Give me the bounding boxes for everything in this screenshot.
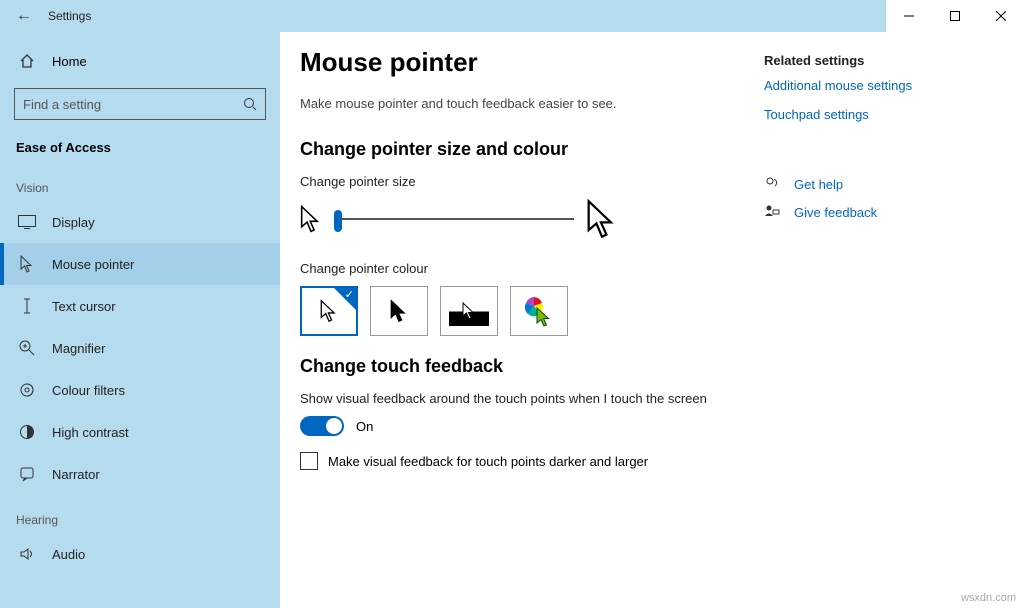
sidebar-item-home[interactable]: Home xyxy=(0,42,280,80)
window-title: Settings xyxy=(48,9,91,23)
high-contrast-icon xyxy=(16,421,38,443)
minimize-button[interactable] xyxy=(886,0,932,32)
narrator-icon xyxy=(16,463,38,485)
colour-filters-icon xyxy=(16,379,38,401)
sidebar-item-mouse-pointer[interactable]: Mouse pointer xyxy=(0,243,280,285)
link-additional-mouse-settings[interactable]: Additional mouse settings xyxy=(764,78,984,93)
sidebar-item-label: Audio xyxy=(52,547,85,562)
search-input[interactable] xyxy=(14,88,266,120)
link-get-help[interactable]: Get help xyxy=(764,176,984,192)
sidebar: Home Ease of Access Vision Display Mouse… xyxy=(0,32,280,608)
large-cursor-icon xyxy=(586,199,618,239)
sidebar-item-label: Narrator xyxy=(52,467,100,482)
colour-label: Change pointer colour xyxy=(300,261,764,276)
colour-option-black[interactable] xyxy=(370,286,428,336)
related-settings-head: Related settings xyxy=(764,53,984,68)
sidebar-item-high-contrast[interactable]: High contrast xyxy=(0,411,280,453)
size-label: Change pointer size xyxy=(300,174,764,189)
audio-icon xyxy=(16,543,38,565)
related-panel: Related settings Additional mouse settin… xyxy=(764,47,984,608)
colour-option-custom[interactable] xyxy=(510,286,568,336)
darker-larger-checkbox[interactable] xyxy=(300,452,318,470)
colour-options: ✓ xyxy=(300,286,764,336)
sidebar-item-text-cursor[interactable]: Text cursor xyxy=(0,285,280,327)
link-give-feedback[interactable]: Give feedback xyxy=(764,204,984,220)
slider-thumb[interactable] xyxy=(334,210,342,232)
sidebar-item-label: Colour filters xyxy=(52,383,125,398)
sidebar-item-label: Mouse pointer xyxy=(52,257,134,272)
pointer-size-slider[interactable] xyxy=(300,199,764,239)
search-field[interactable] xyxy=(23,97,243,112)
window-controls xyxy=(886,0,1024,32)
close-button[interactable] xyxy=(978,0,1024,32)
sidebar-item-label: Magnifier xyxy=(52,341,105,356)
back-button[interactable]: ← xyxy=(0,7,48,25)
sidebar-item-label: Home xyxy=(52,54,87,69)
sidebar-category: Ease of Access xyxy=(0,128,280,163)
colour-option-inverted[interactable] xyxy=(440,286,498,336)
sidebar-item-display[interactable]: Display xyxy=(0,201,280,243)
maximize-button[interactable] xyxy=(932,0,978,32)
slider-track[interactable] xyxy=(334,218,574,220)
section-touch-feedback: Change touch feedback xyxy=(300,356,764,377)
content-area: Mouse pointer Make mouse pointer and tou… xyxy=(280,32,1024,608)
checkbox-label: Make visual feedback for touch points da… xyxy=(328,454,648,469)
page-title: Mouse pointer xyxy=(300,47,764,78)
text-cursor-icon xyxy=(16,295,38,317)
group-label-vision: Vision xyxy=(0,163,280,201)
sidebar-item-label: Text cursor xyxy=(52,299,116,314)
small-cursor-icon xyxy=(300,205,322,233)
page-description: Make mouse pointer and touch feedback ea… xyxy=(300,96,764,111)
search-icon xyxy=(243,97,257,111)
home-icon xyxy=(16,50,38,72)
link-touchpad-settings[interactable]: Touchpad settings xyxy=(764,107,984,122)
sidebar-item-colour-filters[interactable]: Colour filters xyxy=(0,369,280,411)
watermark: wsxdn.com xyxy=(961,592,1016,604)
toggle-state-label: On xyxy=(356,419,373,434)
sidebar-item-magnifier[interactable]: Magnifier xyxy=(0,327,280,369)
cursor-icon xyxy=(16,253,38,275)
help-icon xyxy=(764,176,782,192)
feedback-icon xyxy=(764,204,782,220)
group-label-hearing: Hearing xyxy=(0,495,280,533)
sidebar-item-audio[interactable]: Audio xyxy=(0,533,280,575)
magnifier-icon xyxy=(16,337,38,359)
touch-feedback-toggle[interactable] xyxy=(300,416,344,436)
display-icon xyxy=(16,211,38,233)
titlebar: ← Settings xyxy=(0,0,1024,32)
touch-desc: Show visual feedback around the touch po… xyxy=(300,391,764,406)
sidebar-item-label: High contrast xyxy=(52,425,129,440)
sidebar-item-label: Display xyxy=(52,215,95,230)
sidebar-item-narrator[interactable]: Narrator xyxy=(0,453,280,495)
colour-option-white[interactable]: ✓ xyxy=(300,286,358,336)
section-size-colour: Change pointer size and colour xyxy=(300,139,764,160)
